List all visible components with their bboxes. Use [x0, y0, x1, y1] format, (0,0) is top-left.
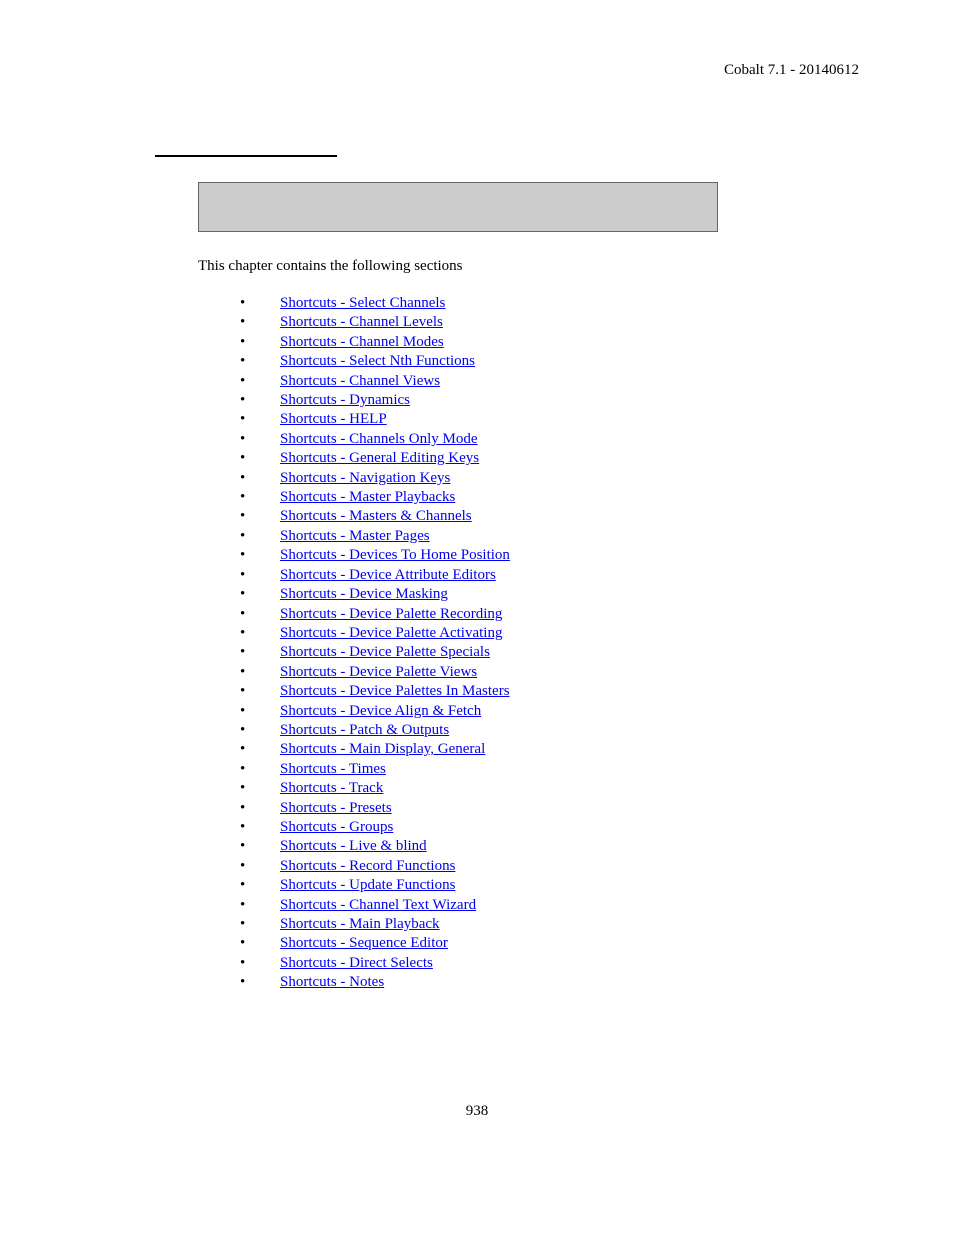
list-item: Shortcuts - Masters & Channels — [230, 507, 510, 526]
list-item: Shortcuts - Navigation Keys — [230, 469, 510, 488]
intro-text: This chapter contains the following sect… — [198, 258, 463, 275]
list-item: Shortcuts - Presets — [230, 799, 510, 818]
link-record-functions[interactable]: Shortcuts - Record Functions — [280, 858, 455, 874]
list-item: Shortcuts - Channel Modes — [230, 333, 510, 352]
link-times[interactable]: Shortcuts - Times — [280, 761, 386, 777]
list-item: Shortcuts - Dynamics — [230, 391, 510, 410]
link-presets[interactable]: Shortcuts - Presets — [280, 800, 392, 816]
link-sequence-editor[interactable]: Shortcuts - Sequence Editor — [280, 935, 448, 951]
list-item: Shortcuts - Channel Views — [230, 372, 510, 391]
list-item: Shortcuts - HELP — [230, 410, 510, 429]
list-item: Shortcuts - Patch & Outputs — [230, 721, 510, 740]
link-channel-text-wizard[interactable]: Shortcuts - Channel Text Wizard — [280, 897, 476, 913]
link-device-align-fetch[interactable]: Shortcuts - Device Align & Fetch — [280, 703, 481, 719]
page-number: 938 — [466, 1103, 489, 1120]
list-item: Shortcuts - Select Channels — [230, 294, 510, 313]
link-help[interactable]: Shortcuts - HELP — [280, 411, 387, 427]
list-item: Shortcuts - Device Palettes In Masters — [230, 682, 510, 701]
list-item: Shortcuts - Device Palette Views — [230, 663, 510, 682]
link-device-palette-views[interactable]: Shortcuts - Device Palette Views — [280, 664, 477, 680]
link-masters-channels[interactable]: Shortcuts - Masters & Channels — [280, 508, 472, 524]
link-track[interactable]: Shortcuts - Track — [280, 780, 383, 796]
link-device-palette-recording[interactable]: Shortcuts - Device Palette Recording — [280, 606, 502, 622]
link-device-masking[interactable]: Shortcuts - Device Masking — [280, 586, 448, 602]
link-device-palette-activating[interactable]: Shortcuts - Device Palette Activating — [280, 625, 502, 641]
list-item: Shortcuts - Master Playbacks — [230, 488, 510, 507]
list-item: Shortcuts - Device Attribute Editors — [230, 566, 510, 585]
list-item: Shortcuts - Sequence Editor — [230, 934, 510, 953]
link-master-playbacks[interactable]: Shortcuts - Master Playbacks — [280, 489, 455, 505]
link-notes[interactable]: Shortcuts - Notes — [280, 974, 384, 990]
link-update-functions[interactable]: Shortcuts - Update Functions — [280, 877, 455, 893]
link-master-pages[interactable]: Shortcuts - Master Pages — [280, 528, 430, 544]
link-general-editing-keys[interactable]: Shortcuts - General Editing Keys — [280, 450, 479, 466]
link-main-display-general[interactable]: Shortcuts - Main Display, General — [280, 741, 485, 757]
link-direct-selects[interactable]: Shortcuts - Direct Selects — [280, 955, 433, 971]
link-select-nth-functions[interactable]: Shortcuts - Select Nth Functions — [280, 353, 475, 369]
list-item: Shortcuts - Device Palette Specials — [230, 643, 510, 662]
list-item: Shortcuts - Main Display, General — [230, 740, 510, 759]
list-item: Shortcuts - Device Palette Activating — [230, 624, 510, 643]
link-main-playback[interactable]: Shortcuts - Main Playback — [280, 916, 440, 932]
gray-header-box — [198, 182, 718, 232]
link-device-attribute-editors[interactable]: Shortcuts - Device Attribute Editors — [280, 567, 496, 583]
list-item: Shortcuts - Track — [230, 779, 510, 798]
link-channels-only-mode[interactable]: Shortcuts - Channels Only Mode — [280, 431, 477, 447]
link-navigation-keys[interactable]: Shortcuts - Navigation Keys — [280, 470, 450, 486]
list-item: Shortcuts - Times — [230, 760, 510, 779]
list-item: Shortcuts - Main Playback — [230, 915, 510, 934]
list-item: Shortcuts - Device Align & Fetch — [230, 702, 510, 721]
list-item: Shortcuts - Channel Text Wizard — [230, 896, 510, 915]
link-select-channels[interactable]: Shortcuts - Select Channels — [280, 295, 445, 311]
list-item: Shortcuts - Channel Levels — [230, 313, 510, 332]
divider-line — [155, 155, 337, 157]
link-channel-views[interactable]: Shortcuts - Channel Views — [280, 373, 440, 389]
list-item: Shortcuts - Record Functions — [230, 857, 510, 876]
list-item: Shortcuts - General Editing Keys — [230, 449, 510, 468]
header-text: Cobalt 7.1 - 20140612 — [724, 62, 859, 79]
list-item: Shortcuts - Live & blind — [230, 837, 510, 856]
link-device-palettes-masters[interactable]: Shortcuts - Device Palettes In Masters — [280, 683, 510, 699]
link-device-palette-specials[interactable]: Shortcuts - Device Palette Specials — [280, 644, 490, 660]
link-channel-levels[interactable]: Shortcuts - Channel Levels — [280, 314, 443, 330]
list-item: Shortcuts - Notes — [230, 973, 510, 992]
list-item: Shortcuts - Direct Selects — [230, 954, 510, 973]
link-devices-home-position[interactable]: Shortcuts - Devices To Home Position — [280, 547, 510, 563]
list-item: Shortcuts - Groups — [230, 818, 510, 837]
list-item: Shortcuts - Update Functions — [230, 876, 510, 895]
list-item: Shortcuts - Master Pages — [230, 527, 510, 546]
list-item: Shortcuts - Devices To Home Position — [230, 546, 510, 565]
list-item: Shortcuts - Channels Only Mode — [230, 430, 510, 449]
list-item: Shortcuts - Select Nth Functions — [230, 352, 510, 371]
link-channel-modes[interactable]: Shortcuts - Channel Modes — [280, 334, 444, 350]
link-patch-outputs[interactable]: Shortcuts - Patch & Outputs — [280, 722, 449, 738]
link-live-blind[interactable]: Shortcuts - Live & blind — [280, 838, 427, 854]
list-item: Shortcuts - Device Palette Recording — [230, 605, 510, 624]
link-dynamics[interactable]: Shortcuts - Dynamics — [280, 392, 410, 408]
list-item: Shortcuts - Device Masking — [230, 585, 510, 604]
shortcuts-link-list: Shortcuts - Select Channels Shortcuts - … — [230, 294, 510, 993]
link-groups[interactable]: Shortcuts - Groups — [280, 819, 393, 835]
